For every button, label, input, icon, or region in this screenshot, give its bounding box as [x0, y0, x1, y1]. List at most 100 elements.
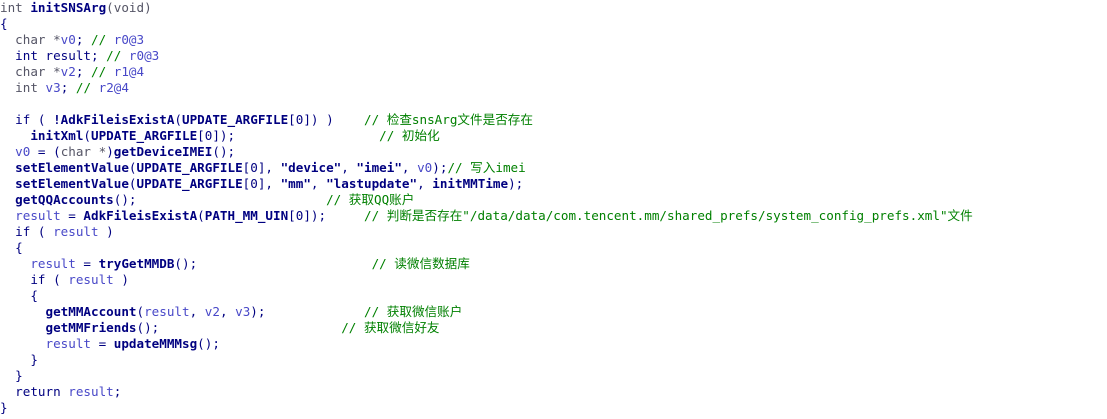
- code-token: v2: [204, 304, 220, 319]
- code-token: int: [0, 0, 31, 15]
- code-token: int result;: [15, 48, 107, 63]
- code-token: v0: [15, 144, 31, 159]
- code-token: updateMMMsg: [113, 336, 198, 351]
- code-token: "mm": [280, 176, 311, 191]
- code-token: getDeviceIMEI: [113, 144, 213, 159]
- code-token: "device": [280, 160, 342, 175]
- code-token: ,: [310, 176, 327, 191]
- code-token: );: [508, 176, 524, 191]
- code-token: );: [250, 304, 365, 319]
- code-token: );: [432, 160, 448, 175]
- code-token: ;: [60, 80, 76, 95]
- code-line: int result; // r0@3: [0, 48, 1107, 64]
- code-line: char *v0; // r0@3: [0, 32, 1107, 48]
- code-token: // 判断是否存在"/data/data/com.tencent.mm/shar…: [363, 208, 973, 223]
- code-token: ();: [136, 320, 342, 335]
- code-token: r0@3: [128, 48, 160, 63]
- code-token: getQQAccounts: [15, 192, 114, 207]
- code-line: if ( result ): [0, 272, 1107, 288]
- code-token: ();: [212, 144, 236, 159]
- code-token: [0]);: [197, 128, 380, 143]
- code-token: //: [91, 64, 114, 79]
- code-line: v0 = (char *)getDeviceIMEI();: [0, 144, 1107, 160]
- code-token: ): [113, 272, 129, 287]
- code-token: result: [68, 272, 114, 287]
- code-line: {: [0, 16, 1107, 32]
- code-token: ,: [219, 304, 236, 319]
- code-token: ,: [401, 160, 418, 175]
- code-token: //: [75, 80, 99, 95]
- code-token: // 初始化: [379, 128, 440, 143]
- code-token: char *: [15, 64, 61, 79]
- code-line: initXml(UPDATE_ARGFILE[0]); // 初始化: [0, 128, 1107, 144]
- code-line: char *v2; // r1@4: [0, 64, 1107, 80]
- code-line: if ( result ): [0, 224, 1107, 240]
- code-token: (: [45, 272, 69, 287]
- code-token: return: [15, 384, 69, 399]
- code-token: ;: [113, 384, 122, 399]
- code-token: (: [197, 208, 205, 223]
- code-line: setElementValue(UPDATE_ARGFILE[0], "mm",…: [0, 176, 1107, 192]
- code-token: // 读微信数据库: [371, 256, 470, 271]
- code-token: ;: [75, 32, 92, 47]
- code-token: UPDATE_ARGFILE: [91, 128, 198, 143]
- code-token: tryGetMMDB: [98, 256, 175, 271]
- code-line: int initSNSArg(void): [0, 0, 1107, 16]
- code-token: ();: [174, 256, 372, 271]
- code-token: (: [174, 112, 183, 127]
- code-token: (: [128, 160, 137, 175]
- code-line: getMMFriends(); // 获取微信好友: [0, 320, 1107, 336]
- code-line: {: [0, 288, 1107, 304]
- code-token: v0: [60, 32, 76, 47]
- code-token: ,: [189, 304, 205, 319]
- code-token: r1@4: [113, 64, 145, 79]
- code-token: getMMFriends: [45, 320, 137, 335]
- code-token: result: [45, 336, 92, 351]
- code-token: r0@3: [113, 32, 145, 47]
- code-token: }: [0, 368, 23, 383]
- code-token: (: [30, 224, 54, 239]
- code-token: if: [15, 224, 31, 239]
- code-token: // 获取微信好友: [341, 320, 440, 335]
- code-token: "lastupdate": [326, 176, 418, 191]
- code-token: if: [15, 112, 31, 127]
- code-token: (void): [106, 0, 152, 15]
- code-token: [0],: [242, 176, 281, 191]
- code-token: UPDATE_ARGFILE: [136, 160, 243, 175]
- code-token: ): [98, 224, 114, 239]
- code-token: !AdkFileisExistA: [53, 112, 175, 127]
- code-line: result = tryGetMMDB(); // 读微信数据库: [0, 256, 1107, 272]
- code-token: UPDATE_ARGFILE: [182, 112, 289, 127]
- code-token: PATH_MM_UIN: [204, 208, 289, 223]
- code-line: int v3; // r2@4: [0, 80, 1107, 96]
- code-token: getMMAccount: [45, 304, 137, 319]
- code-line: if ( !AdkFileisExistA(UPDATE_ARGFILE[0])…: [0, 112, 1107, 128]
- code-line: setElementValue(UPDATE_ARGFILE[0], "devi…: [0, 160, 1107, 176]
- code-token: // 获取QQ账户: [326, 192, 415, 207]
- code-token: [0]) ): [288, 112, 364, 127]
- code-token: v2: [60, 64, 76, 79]
- code-editor[interactable]: int initSNSArg(void){ char *v0; // r0@3 …: [0, 0, 1107, 419]
- code-token: result: [15, 208, 61, 223]
- code-token: ,: [417, 176, 433, 191]
- code-token: (: [128, 176, 137, 191]
- code-token: // 写入imei: [447, 160, 526, 175]
- code-token: //: [91, 32, 114, 47]
- code-line: {: [0, 240, 1107, 256]
- code-token: =: [91, 336, 114, 351]
- code-line: getMMAccount(result, v2, v3); // 获取微信账户: [0, 304, 1107, 320]
- code-token: initXml: [30, 128, 84, 143]
- code-token: (: [136, 304, 145, 319]
